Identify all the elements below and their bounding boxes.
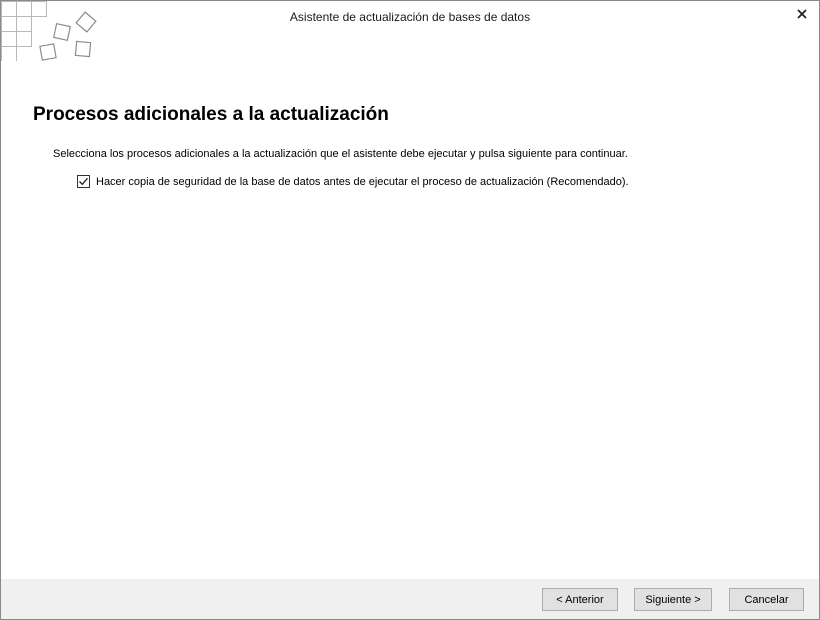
close-button[interactable] bbox=[791, 4, 813, 24]
backup-option-label: Hacer copia de seguridad de la base de d… bbox=[96, 175, 629, 188]
footer-bar: < Anterior Siguiente > Cancelar bbox=[1, 579, 819, 619]
previous-button[interactable]: < Anterior bbox=[542, 588, 618, 611]
checkmark-icon bbox=[79, 177, 88, 186]
wizard-window: Asistente de actualización de bases de d… bbox=[0, 0, 820, 620]
close-icon bbox=[797, 9, 807, 19]
next-button[interactable]: Siguiente > bbox=[634, 588, 712, 611]
page-description: Selecciona los procesos adicionales a la… bbox=[53, 148, 628, 160]
cancel-button[interactable]: Cancelar bbox=[729, 588, 804, 611]
page-heading: Procesos adicionales a la actualización bbox=[33, 104, 389, 125]
backup-option[interactable]: Hacer copia de seguridad de la base de d… bbox=[77, 175, 629, 188]
backup-checkbox[interactable] bbox=[77, 175, 90, 188]
header-divider bbox=[1, 61, 819, 62]
window-title: Asistente de actualización de bases de d… bbox=[289, 10, 531, 24]
